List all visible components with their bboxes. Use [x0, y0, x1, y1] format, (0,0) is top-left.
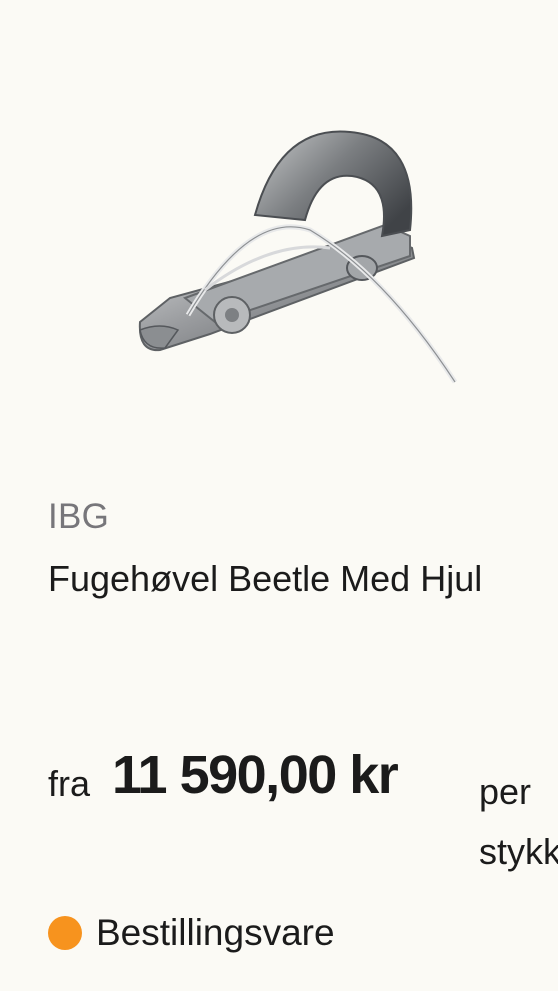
- product-image[interactable]: [0, 60, 488, 455]
- availability-label: Bestillingsvare: [96, 912, 335, 953]
- price-unit: per stykk: [479, 771, 558, 872]
- joint-plane-illustration: [138, 130, 458, 384]
- product-price: 11 590,00 kr: [112, 745, 399, 805]
- product-title[interactable]: Fugehøvel Beetle Med Hjul: [48, 555, 518, 603]
- price-prefix: fra: [48, 763, 91, 804]
- product-card[interactable]: IBG Fugehøvel Beetle Med Hjul fra 11 590…: [0, 0, 558, 991]
- availability-dot-icon: [48, 916, 82, 950]
- availability-status: Bestillingsvare: [48, 910, 335, 956]
- brand-name: IBG: [48, 497, 110, 536]
